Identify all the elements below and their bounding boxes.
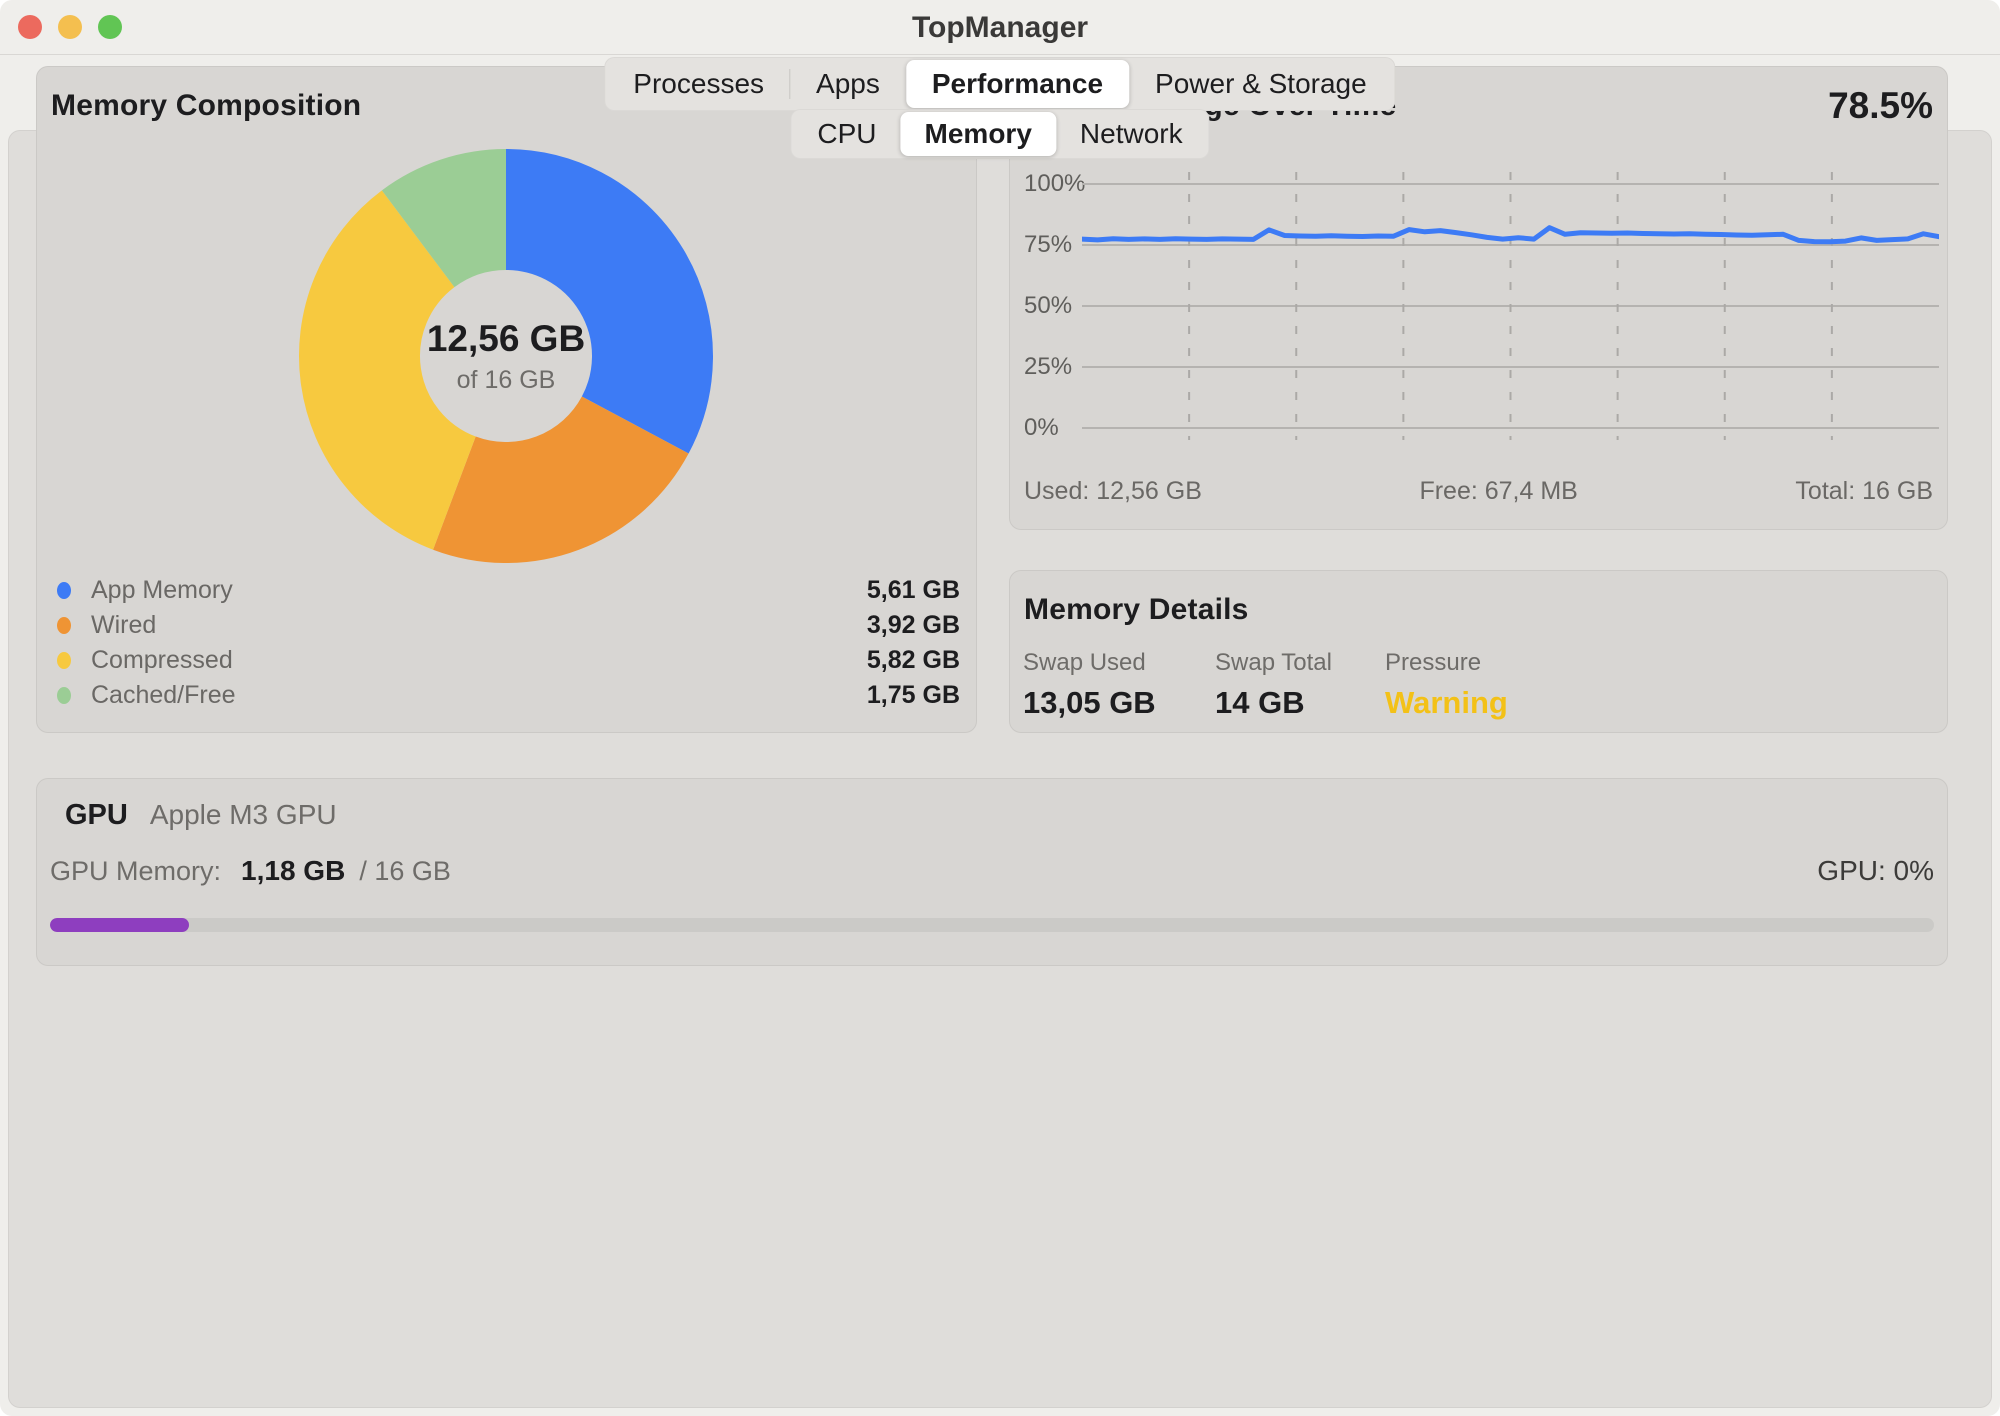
legend-value: 3,92 GB [867,611,960,640]
y-axis-tick-label: 0% [1024,414,1084,442]
legend-label: App Memory [91,576,867,605]
app-window: TopManager ProcessesAppsPerformancePower… [0,0,2000,1416]
legend-row: Cached/Free1,75 GB [57,678,960,713]
legend-color-dot [57,652,71,669]
detail-field-label: Swap Total [1215,649,1341,677]
y-axis-tick-label: 75% [1024,231,1084,259]
legend-label: Wired [91,611,867,640]
subtab-network[interactable]: Network [1056,112,1207,156]
subtab-memory[interactable]: Memory [901,112,1056,156]
total-memory-stat: Total: 16 GB [1795,477,1933,506]
legend-color-dot [57,617,71,634]
performance-sub-tab-bar: CPUMemoryNetwork [790,109,1209,159]
gpu-memory-label: GPU Memory: [50,856,221,887]
memory-usage-current-percent: 78.5% [1828,85,1933,127]
used-memory-stat: Used: 12,56 GB [1024,477,1202,506]
donut-svg [296,146,716,566]
gpu-name: Apple M3 GPU [150,799,337,831]
detail-field-value: 14 GB [1215,685,1341,721]
free-memory-stat: Free: 67,4 MB [1419,477,1577,506]
gpu-usage-percent: GPU: 0% [1817,855,1934,887]
detail-field-swap-used: Swap Used 13,05 GB [1023,649,1171,721]
tab-processes[interactable]: Processes [607,60,790,108]
donut-slice-compressed [359,239,454,493]
tab-performance[interactable]: Performance [906,60,1129,108]
tab-power-storage[interactable]: Power & Storage [1129,60,1393,108]
detail-field-swap-total: Swap Total 14 GB [1215,649,1341,721]
memory-usage-chart: 100% 75% 50% 25% 0% [1024,163,1939,453]
gpu-memory-total: / 16 GB [359,856,451,887]
legend-label: Compressed [91,646,867,675]
line-chart-svg [1082,163,1939,453]
donut-slice-wired [454,425,635,502]
donut-slice-cached-free [418,210,506,239]
donut-slice-app-memory [506,210,653,426]
memory-usage-stats: Used: 12,56 GB Free: 67,4 MB Total: 16 G… [1024,477,1933,506]
memory-composition-title: Memory Composition [51,89,361,123]
legend-value: 5,61 GB [867,576,960,605]
gpu-header-row: GPU Apple M3 GPU [65,799,337,832]
legend-row: Wired3,92 GB [57,608,960,643]
tab-apps[interactable]: Apps [790,60,906,108]
gpu-label: GPU [65,799,128,832]
detail-field-value: 13,05 GB [1023,685,1171,721]
detail-field-label: Pressure [1385,649,1508,677]
titlebar: TopManager [0,0,2000,55]
memory-details-title: Memory Details [1024,593,1249,627]
legend-row: Compressed5,82 GB [57,643,960,678]
gpu-memory-progressbar [50,918,1934,932]
y-axis-tick-label: 50% [1024,292,1084,320]
legend-color-dot [57,687,71,704]
y-axis-tick-label: 25% [1024,353,1084,381]
gpu-memory-row: GPU Memory: 1,18 GB / 16 GB [50,855,451,887]
memory-details-fields: Swap Used 13,05 GB Swap Total 14 GB Pressure… [1023,649,1508,721]
memory-legend: App Memory5,61 GBWired3,92 GBCompressed5… [57,573,960,713]
memory-details-panel: Memory Details Swap Used 13,05 GB Swap Tot… [1009,570,1948,733]
legend-value: 1,75 GB [867,681,960,710]
y-axis-tick-label: 100% [1024,170,1084,198]
memory-usage-line-series [1082,228,1939,242]
legend-label: Cached/Free [91,681,867,710]
window-title: TopManager [0,0,2000,55]
memory-donut-chart: 12,56 GB of 16 GB [296,146,716,566]
detail-field-value: Warning [1385,685,1508,721]
detail-field-pressure: Pressure Warning [1385,649,1508,721]
subtab-cpu[interactable]: CPU [793,112,900,156]
gpu-memory-used: 1,18 GB [241,855,345,887]
legend-color-dot [57,582,71,599]
memory-composition-panel: Memory Composition 12,56 GB of 16 GB App… [36,66,977,733]
gpu-memory-progress-fill [50,918,189,932]
legend-row: App Memory5,61 GB [57,573,960,608]
gpu-panel: GPU Apple M3 GPU GPU Memory: 1,18 GB / 1… [36,778,1948,966]
y-axis-labels: 100%75%50%25%0% [1024,163,1072,453]
detail-field-label: Swap Used [1023,649,1171,677]
main-tab-bar: ProcessesAppsPerformancePower & Storage [604,57,1395,111]
legend-value: 5,82 GB [867,646,960,675]
